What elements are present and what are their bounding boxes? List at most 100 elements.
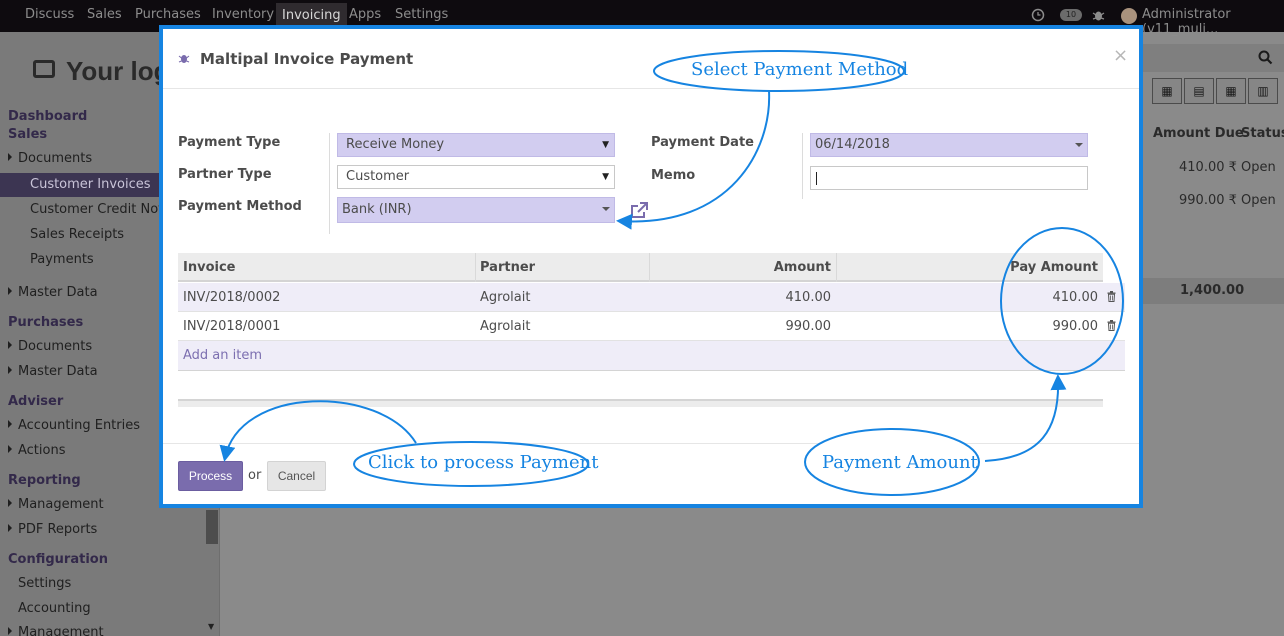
invoice-cell: INV/2018/0001	[183, 319, 281, 334]
nav-sales[interactable]: Sales	[87, 7, 122, 22]
user-avatar[interactable]	[1121, 8, 1137, 24]
pay-amount-cell[interactable]: 990.00	[1053, 319, 1099, 334]
partner-type-select[interactable]: Customer ▼	[337, 165, 615, 189]
sidebar-item-settings[interactable]: Settings	[18, 576, 71, 591]
nav-purchases[interactable]: Purchases	[135, 7, 201, 22]
pivot-view-icon[interactable]: ▦	[1216, 78, 1246, 104]
sidebar-item-purchases-master-data[interactable]: Master Data	[8, 364, 98, 379]
status-cell: Open	[1241, 193, 1276, 208]
header-amount[interactable]: Amount	[774, 260, 831, 275]
table-header: Invoice Partner Amount Pay Amount	[178, 253, 1103, 282]
sidebar-item-management[interactable]: Management	[8, 497, 104, 512]
external-link-icon[interactable]	[629, 201, 649, 221]
trash-icon[interactable]	[1107, 320, 1116, 331]
select-arrow-icon: ▼	[602, 172, 609, 182]
add-item-link[interactable]: Add an item	[183, 348, 262, 363]
calendar-view-icon[interactable]: ▤	[1184, 78, 1214, 104]
payment-method-input[interactable]: Bank (INR)	[337, 197, 615, 223]
dialog-header: Maltipal Invoice Payment ×	[163, 29, 1139, 89]
table-footer	[178, 399, 1103, 407]
column-separator	[836, 253, 837, 282]
nav-inventory[interactable]: Inventory	[212, 7, 274, 22]
form-divider	[802, 133, 803, 199]
caret-right-icon	[8, 524, 12, 532]
status-cell: Open	[1241, 160, 1276, 175]
header-pay-amount[interactable]: Pay Amount	[1010, 260, 1098, 275]
cancel-button[interactable]: Cancel	[267, 461, 326, 491]
memo-label: Memo	[651, 168, 696, 183]
or-text: or	[248, 468, 262, 483]
sidebar-item-accounting[interactable]: Accounting	[18, 601, 91, 616]
total-amount: 1,400.00	[1180, 283, 1245, 298]
column-amount-due[interactable]: Amount Due	[1153, 126, 1244, 141]
sidebar-item-customer-credit-notes[interactable]: Customer Credit Notes	[30, 202, 178, 217]
kanban-view-icon[interactable]: ▦	[1152, 78, 1182, 104]
dialog-title: Maltipal Invoice Payment	[200, 50, 414, 68]
column-separator	[475, 253, 476, 282]
process-button[interactable]: Process	[178, 461, 243, 491]
sidebar-item-documents[interactable]: Documents	[8, 151, 92, 166]
table-row[interactable]: INV/2018/0002 Agrolait 410.00 410.00	[178, 283, 1125, 312]
sidebar-item-purchases-documents[interactable]: Documents	[8, 339, 92, 354]
nav-discuss[interactable]: Discuss	[25, 7, 74, 22]
sidebar-item-master-data[interactable]: Master Data	[8, 285, 98, 300]
partner-cell: Agrolait	[480, 319, 531, 334]
caret-right-icon	[8, 153, 12, 161]
amount-due-cell: 990.00 ₹	[1179, 193, 1237, 208]
sidebar-item-sales-receipts[interactable]: Sales Receipts	[30, 227, 124, 242]
user-menu[interactable]: Administrator (v11_muli...	[1142, 7, 1284, 37]
payment-date-input[interactable]: 06/14/2018	[810, 133, 1088, 157]
invoice-payment-dialog: Maltipal Invoice Payment × Payment Type …	[159, 25, 1143, 508]
header-partner[interactable]: Partner	[480, 260, 535, 275]
scroll-down-icon[interactable]: ▼	[208, 622, 214, 631]
sidebar-item-actions[interactable]: Actions	[8, 443, 66, 458]
sidebar-head-dashboard[interactable]: Dashboard	[8, 109, 87, 124]
sidebar-head-reporting: Reporting	[8, 473, 81, 488]
form-divider	[329, 133, 330, 234]
search-icon[interactable]	[1258, 50, 1273, 65]
sidebar-head-configuration: Configuration	[8, 552, 108, 567]
chat-badge[interactable]: 10	[1060, 9, 1082, 21]
sidebar-scrollbar[interactable]	[206, 510, 218, 544]
sidebar-item-accounting-entries[interactable]: Accounting Entries	[8, 418, 140, 433]
click-to-process-label: Click to process Payment	[368, 452, 599, 473]
sidebar-head-adviser: Adviser	[8, 394, 64, 409]
caret-right-icon	[8, 366, 12, 374]
payment-type-label: Payment Type	[178, 135, 281, 150]
list-row[interactable]: 990.00 ₹ Open	[1140, 187, 1284, 215]
amount-due-cell: 410.00 ₹	[1179, 160, 1237, 175]
nav-apps[interactable]: Apps	[349, 7, 381, 22]
table-row[interactable]: INV/2018/0001 Agrolait 990.00 990.00	[178, 312, 1125, 341]
sidebar-head-purchases: Purchases	[8, 315, 84, 330]
sidebar-item-payments[interactable]: Payments	[30, 252, 94, 267]
nav-settings[interactable]: Settings	[395, 7, 448, 22]
column-separator	[649, 253, 650, 282]
bug-icon[interactable]	[1092, 8, 1105, 22]
partner-cell: Agrolait	[480, 290, 531, 305]
search-bar[interactable]	[1140, 44, 1284, 72]
trash-icon[interactable]	[1107, 291, 1116, 302]
debug-bug-icon[interactable]	[178, 52, 190, 64]
sidebar-item-management-2[interactable]: Management	[8, 625, 104, 636]
payment-type-select[interactable]: Receive Money ▼	[337, 133, 615, 157]
memo-input[interactable]	[810, 166, 1088, 190]
sidebar-item-pdf-reports[interactable]: PDF Reports	[8, 522, 97, 537]
clock-icon[interactable]	[1031, 8, 1045, 22]
header-invoice[interactable]: Invoice	[183, 260, 235, 275]
sidebar-head-sales: Sales	[8, 127, 48, 142]
payment-date-label: Payment Date	[651, 135, 754, 150]
caret-right-icon	[8, 445, 12, 453]
dialog-footer: Process or Cancel	[163, 443, 1139, 508]
pay-amount-cell[interactable]: 410.00	[1053, 290, 1099, 305]
caret-right-icon	[8, 420, 12, 428]
close-button[interactable]: ×	[1113, 45, 1128, 66]
partner-type-label: Partner Type	[178, 167, 272, 182]
company-logo: Your log	[66, 56, 170, 86]
list-row[interactable]: 410.00 ₹ Open	[1140, 154, 1284, 182]
column-status[interactable]: Status	[1241, 126, 1284, 141]
payment-amount-label: Payment Amount	[822, 452, 978, 473]
graph-view-icon[interactable]: ▥	[1248, 78, 1278, 104]
caret-right-icon	[8, 341, 12, 349]
sidebar-item-customer-invoices[interactable]: Customer Invoices	[0, 173, 160, 197]
add-item-row: Add an item	[178, 341, 1125, 371]
